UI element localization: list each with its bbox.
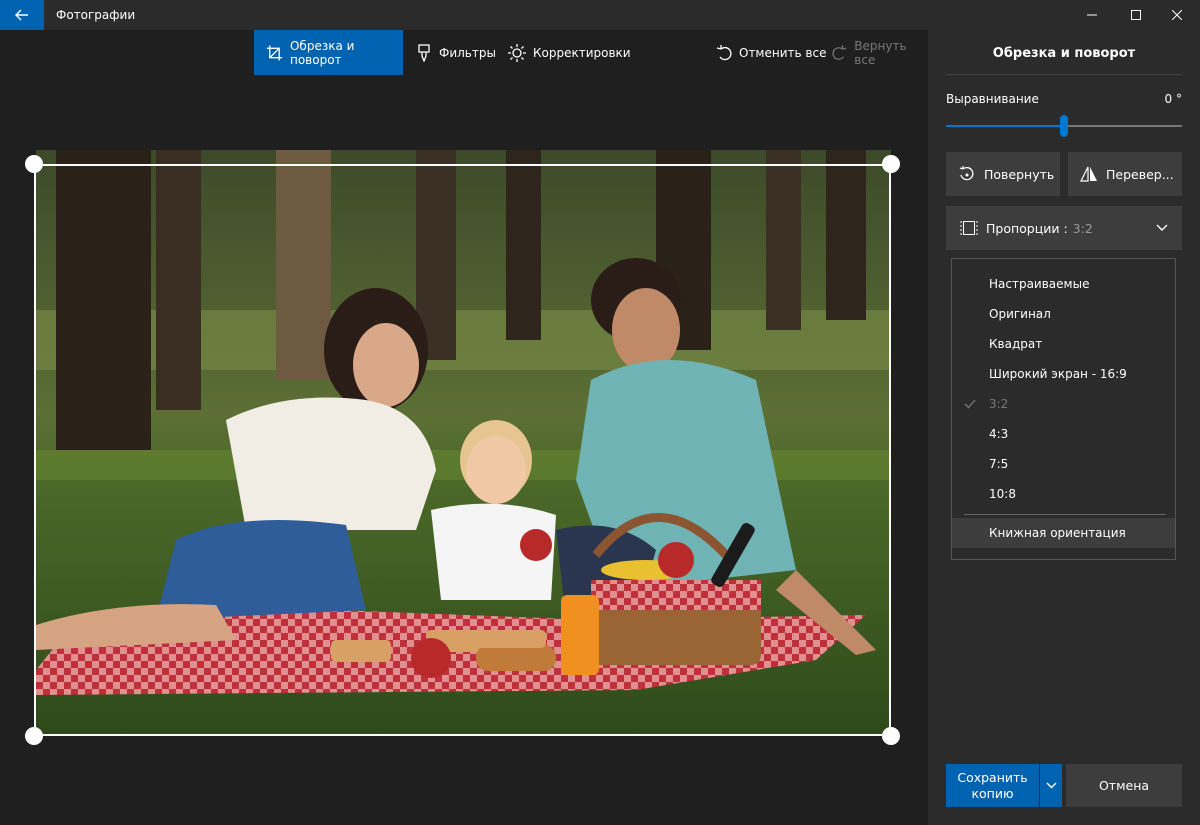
maximize-button[interactable] <box>1113 0 1159 30</box>
undo-all-label: Отменить все <box>739 45 827 60</box>
chevron-down-icon <box>1156 224 1168 231</box>
aspect-option-original[interactable]: Оригинал <box>952 299 1175 329</box>
aspect-option-square[interactable]: Квадрат <box>952 329 1175 359</box>
flip-label: Перевер... <box>1106 166 1174 182</box>
flip-button[interactable]: Перевер... <box>1068 152 1182 196</box>
chevron-down-icon <box>1046 782 1056 789</box>
rotate-button[interactable]: Повернуть <box>946 152 1060 196</box>
edit-toolbar: Обрезка и поворот Фильтры Корректировки … <box>0 30 928 75</box>
filter-brush-icon <box>418 43 430 62</box>
straighten-value: 0 ° <box>1164 92 1182 106</box>
aspect-ratio-icon <box>960 221 978 235</box>
crop-icon <box>266 44 283 61</box>
undo-icon <box>716 44 732 60</box>
tab-crop-rotate-label: Обрезка и поворот <box>289 38 355 67</box>
save-copy-button[interactable]: Сохранить копию <box>946 764 1039 807</box>
app-title: Фотографии <box>56 8 136 22</box>
flip-icon <box>1080 166 1097 182</box>
checkmark-icon <box>964 399 976 409</box>
crop-handle-bottom-left[interactable] <box>25 727 43 745</box>
undo-all-button[interactable]: Отменить все <box>716 30 826 75</box>
minimize-icon <box>1087 14 1097 16</box>
aspect-option-widescreen[interactable]: Широкий экран - 16:9 <box>952 359 1175 389</box>
redo-all-button[interactable]: Вернуть все <box>832 30 928 75</box>
straighten-slider-fill <box>946 125 1064 127</box>
save-options-button[interactable] <box>1040 764 1062 807</box>
back-button[interactable] <box>0 0 44 30</box>
arrow-left-icon <box>15 9 28 21</box>
redo-icon <box>832 44 847 60</box>
title-bar: Фотографии <box>0 0 1200 30</box>
aspect-option-3-2-label: 3:2 <box>989 397 1009 411</box>
rotate-icon <box>959 166 974 181</box>
aspect-option-3-2[interactable]: 3:2 <box>952 389 1175 419</box>
save-copy-label-line1: Сохранить <box>957 769 1028 785</box>
crop-handle-top-left[interactable] <box>25 155 43 173</box>
save-copy-label-line2: копию <box>971 785 1014 801</box>
minimize-button[interactable] <box>1069 0 1115 30</box>
panel-divider <box>946 74 1182 75</box>
close-icon <box>1172 10 1182 20</box>
menu-divider <box>964 514 1166 515</box>
tab-filters[interactable]: Фильтры <box>416 30 496 75</box>
tab-filters-label: Фильтры <box>439 45 496 60</box>
aspect-option-4-3[interactable]: 4:3 <box>952 419 1175 449</box>
crop-handle-top-right[interactable] <box>882 155 900 173</box>
aspect-ratio-value: 3:2 <box>1072 220 1093 236</box>
aspect-option-custom[interactable]: Настраиваемые <box>952 269 1175 299</box>
aspect-ratio-label: Пропорции : <box>986 220 1068 236</box>
crop-frame[interactable] <box>34 164 891 736</box>
straighten-label: Выравнивание <box>946 92 1039 106</box>
straighten-slider-thumb[interactable] <box>1060 115 1068 137</box>
aspect-ratio-dropdown[interactable]: Пропорции : 3:2 <box>946 206 1182 250</box>
close-button[interactable] <box>1154 0 1200 30</box>
maximize-icon <box>1131 10 1141 20</box>
rotate-label: Повернуть <box>984 166 1055 182</box>
portrait-orientation-option[interactable]: Книжная ориентация <box>952 518 1175 548</box>
tab-adjustments-label: Корректировки <box>533 45 631 60</box>
brightness-icon <box>508 43 526 62</box>
redo-all-label: Вернуть все <box>854 38 907 67</box>
aspect-option-7-5[interactable]: 7:5 <box>952 449 1175 479</box>
straighten-slider[interactable] <box>946 115 1182 137</box>
tab-adjustments[interactable]: Корректировки <box>508 30 631 75</box>
cancel-button[interactable]: Отмена <box>1066 764 1182 807</box>
tab-crop-rotate[interactable]: Обрезка и поворот <box>254 30 403 75</box>
aspect-option-10-8[interactable]: 10:8 <box>952 479 1175 509</box>
crop-handle-bottom-right[interactable] <box>882 727 900 745</box>
panel-title: Обрезка и поворот <box>992 46 1136 61</box>
aspect-ratio-menu: Настраиваемые Оригинал Квадрат Широкий э… <box>951 258 1176 560</box>
